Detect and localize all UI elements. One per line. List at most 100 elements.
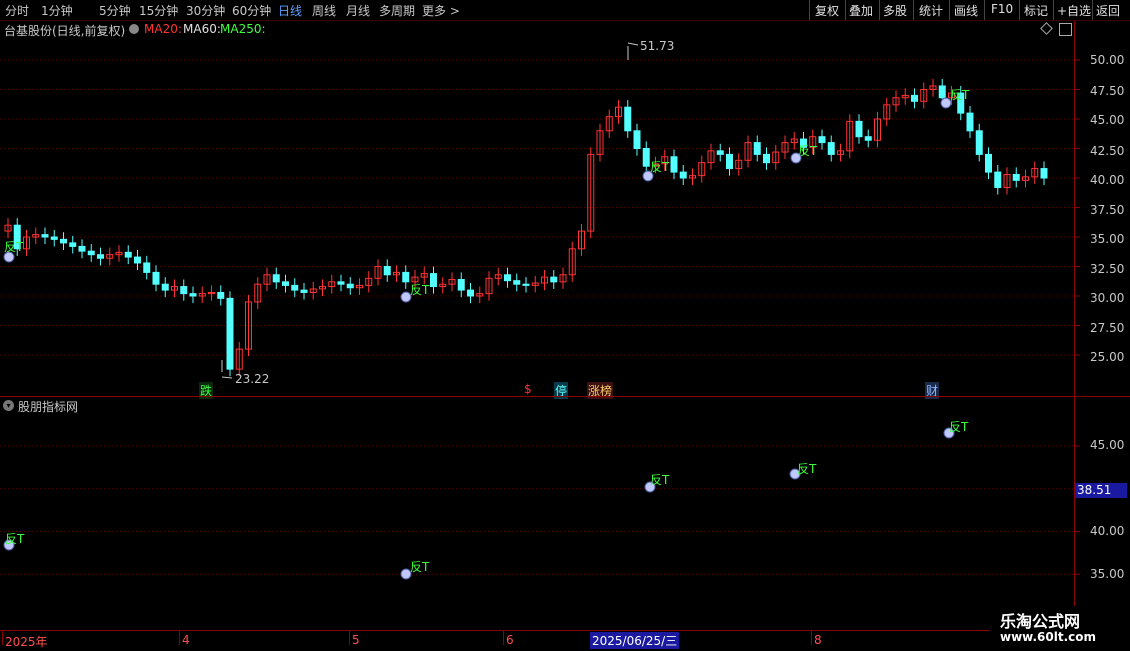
watermark-url: www.60lt.com — [1000, 630, 1097, 644]
y-label: 37.50 — [1090, 203, 1125, 217]
ind-y-label: 45.00 — [1090, 438, 1125, 452]
candle-body — [938, 85, 946, 99]
watermark-logo: 乐淘公式网 www.60lt.com — [990, 606, 1120, 648]
date-axis: 2025年 4 5 6 2025/06/25/三 8 — [0, 630, 1074, 651]
signal-label-ind: 反T — [410, 560, 430, 574]
date-month-label: 4 — [182, 633, 190, 647]
y-label: 42.50 — [1090, 144, 1125, 158]
candle-body — [337, 281, 345, 285]
date-tick — [179, 631, 180, 645]
date-tick — [503, 631, 504, 645]
signal-label-main: 反T — [410, 283, 430, 297]
candle-body — [994, 171, 1002, 188]
signal-label-ind: 反T — [5, 532, 25, 546]
y-label: 40.00 — [1090, 173, 1125, 187]
annotation-marks — [3, 42, 955, 580]
price-axis-line — [1074, 21, 1075, 630]
candle-body — [716, 150, 724, 155]
candle-body — [402, 271, 410, 283]
date-year-label: 2025年 — [5, 635, 48, 649]
y-label: 47.50 — [1090, 84, 1125, 98]
candle-body — [300, 289, 308, 293]
candle-body — [87, 250, 95, 256]
candle-body — [855, 120, 863, 138]
low-price-annotation: 23.22 — [235, 372, 270, 386]
watermark-title: 乐淘公式网 — [1000, 612, 1081, 631]
candle-body — [1040, 168, 1048, 179]
candle-body — [69, 242, 77, 247]
date-tick — [349, 631, 350, 645]
date-tick — [811, 631, 812, 645]
signal-label-main: 反T — [4, 240, 24, 254]
candle-body — [763, 153, 770, 164]
candle-body — [134, 256, 141, 264]
signal-label-ind: 反T — [650, 473, 670, 487]
candle-body — [1012, 173, 1020, 181]
candle-body — [550, 276, 558, 283]
candle-body — [143, 262, 151, 273]
candle-body — [226, 297, 234, 370]
candle-body — [50, 236, 58, 240]
candle-body — [430, 273, 437, 288]
date-month-label: 5 — [352, 633, 360, 647]
candle-body — [272, 274, 280, 283]
candle-body — [41, 234, 49, 238]
candle-body — [78, 245, 86, 252]
panel-divider — [0, 396, 1130, 397]
indicator-toggle-icon[interactable]: ▾ — [3, 400, 14, 411]
low-pointer — [221, 376, 233, 379]
candle-body — [124, 251, 132, 258]
candle-body — [97, 254, 104, 259]
signal-label-ind: 反T — [949, 420, 969, 434]
date-tick — [2, 631, 3, 645]
candle-body — [346, 283, 354, 289]
ind-y-label: 35.00 — [1090, 567, 1125, 581]
y-label: 30.00 — [1090, 291, 1125, 305]
candle-body — [726, 153, 733, 170]
candle-body — [291, 284, 299, 291]
ind-y-label: 40.00 — [1090, 524, 1125, 538]
candle-body — [624, 106, 632, 132]
date-month-label: 8 — [814, 633, 822, 647]
candle-body — [633, 130, 641, 150]
candle-body — [180, 286, 188, 295]
event-marker-dollar[interactable]: $ — [523, 382, 533, 396]
candle-body — [161, 283, 169, 291]
date-month-label: 6 — [506, 633, 514, 647]
candle-body — [985, 153, 992, 173]
signal-label-main: 反T — [950, 88, 970, 102]
y-label: 25.00 — [1090, 350, 1125, 364]
current-price-box: 38.51 — [1075, 483, 1127, 498]
candle-body — [152, 271, 160, 285]
candle-body — [642, 148, 650, 167]
candle-body — [911, 94, 918, 102]
candle-body — [670, 156, 678, 173]
candle-body — [679, 171, 687, 179]
candle-body — [975, 130, 983, 155]
signal-label-ind: 反T — [797, 462, 817, 476]
candle-body — [966, 112, 974, 132]
y-label: 45.00 — [1090, 113, 1125, 127]
candle-body — [504, 274, 511, 282]
high-pointer — [627, 42, 639, 46]
candlesticks — [4, 78, 1048, 377]
cursor-date-label: 2025/06/25/三 — [590, 632, 680, 649]
signal-label-main: 反T — [650, 160, 670, 174]
indicator-title[interactable]: 股朋指标网 — [18, 398, 78, 415]
y-label: 27.50 — [1090, 321, 1125, 335]
candle-body — [282, 281, 289, 286]
candle-body — [864, 136, 872, 141]
y-label: 35.00 — [1090, 232, 1125, 246]
candle-body — [383, 266, 391, 276]
candle-body — [827, 142, 835, 155]
candle-body — [60, 238, 67, 244]
y-label: 32.50 — [1090, 262, 1125, 276]
candle-body — [753, 142, 761, 155]
grid-lines — [0, 59, 1080, 575]
candle-body — [513, 280, 521, 285]
candle-body — [189, 293, 197, 297]
candle-body — [457, 278, 465, 291]
candle-body — [217, 291, 225, 299]
candle-body — [467, 289, 474, 297]
y-label: 50.00 — [1090, 53, 1125, 67]
